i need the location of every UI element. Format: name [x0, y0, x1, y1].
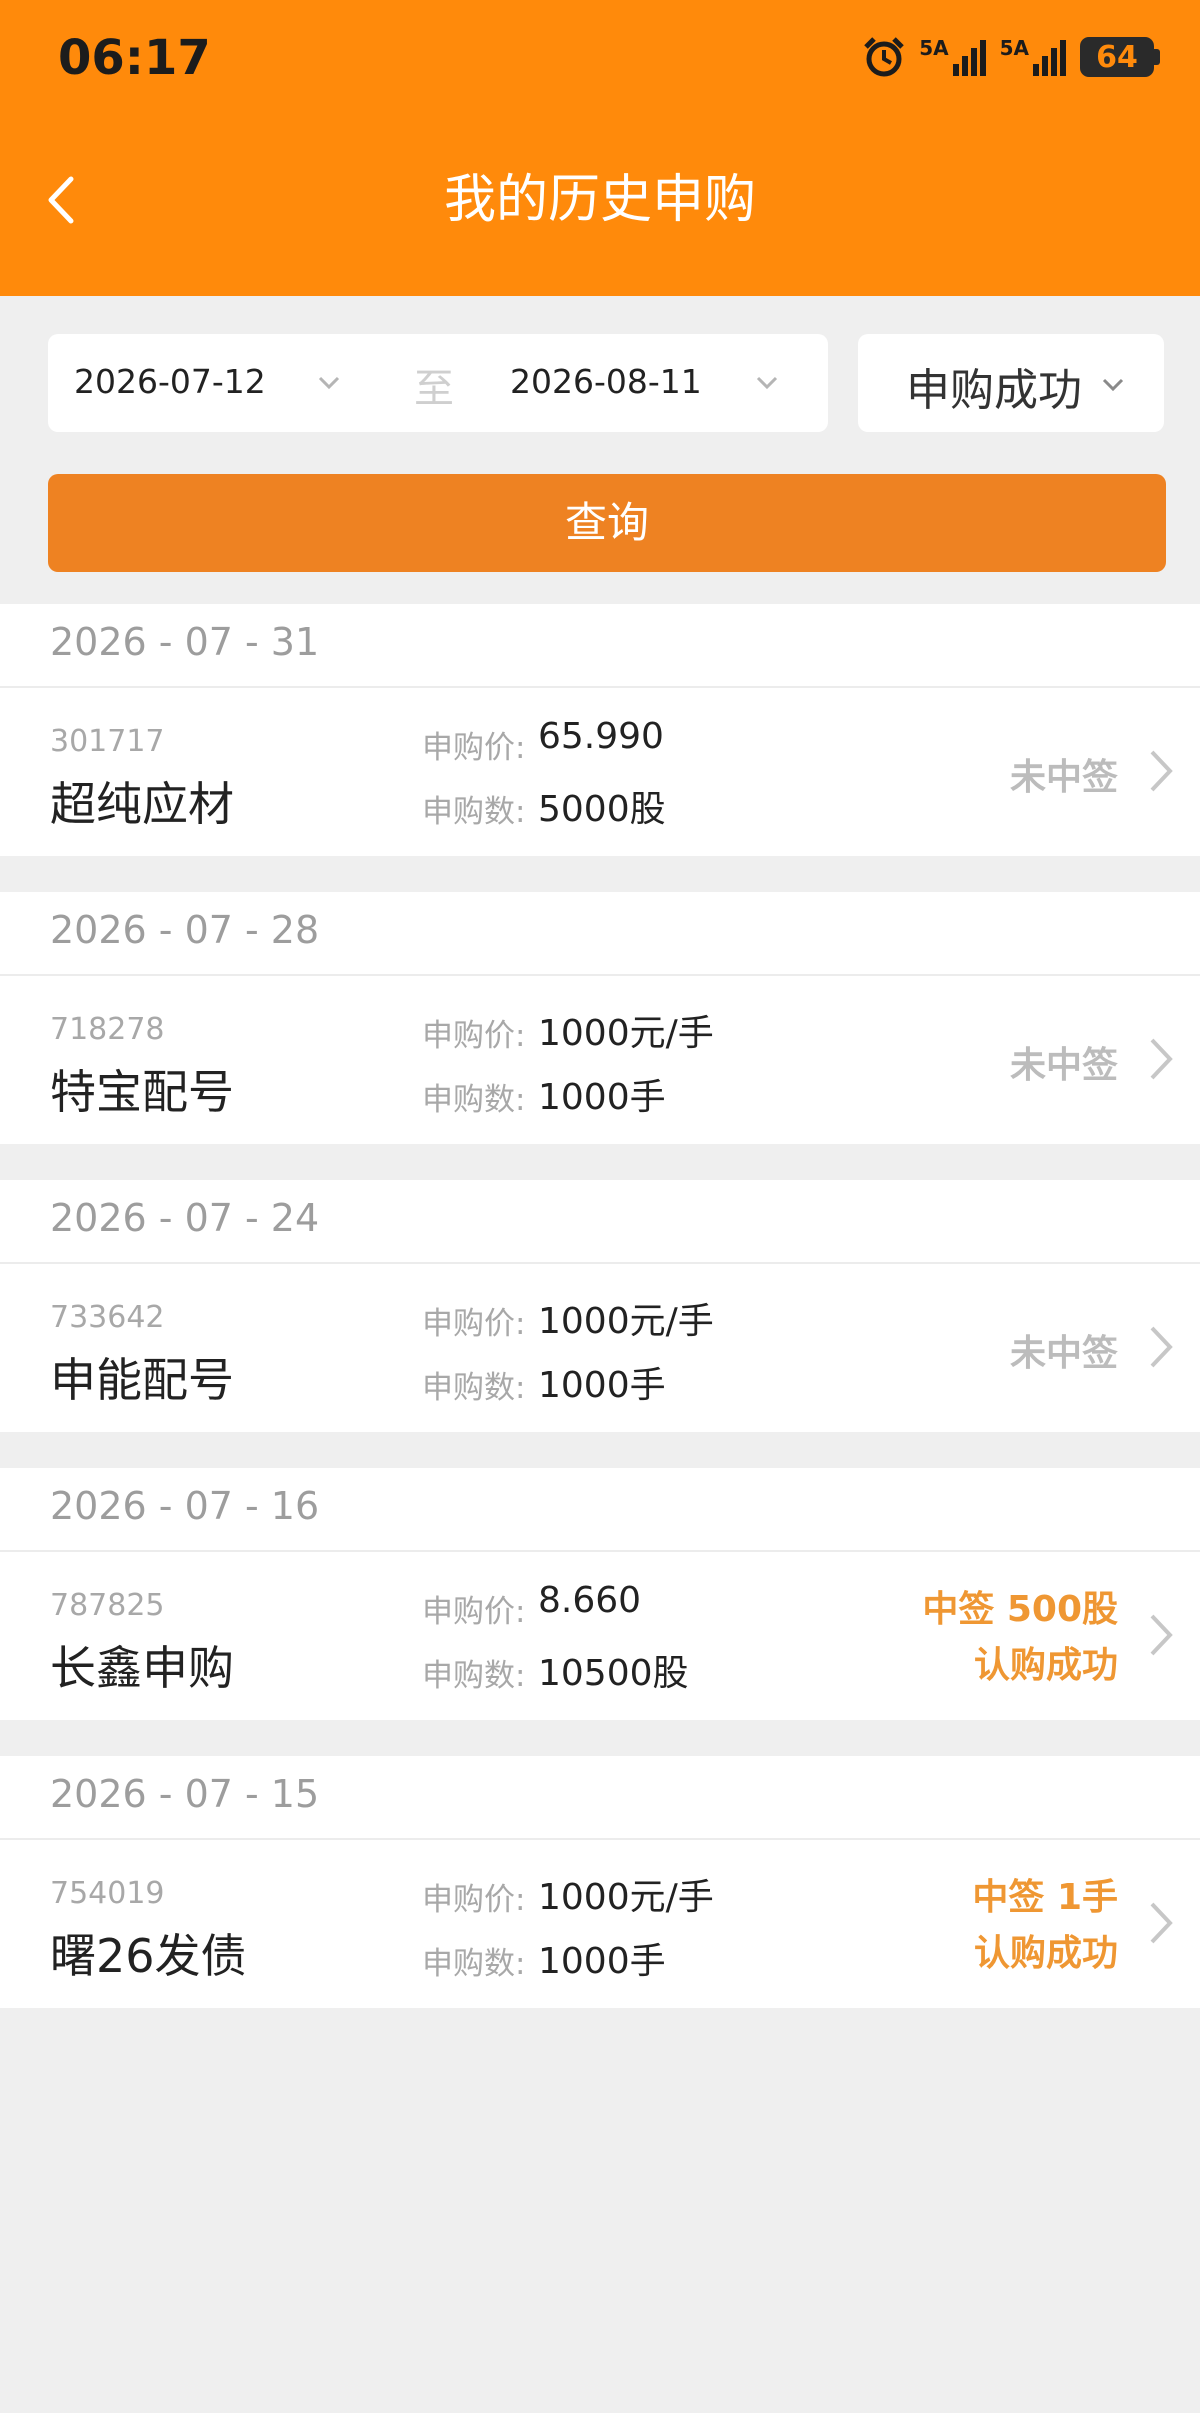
- price-label: 申购价:: [422, 1882, 526, 1918]
- chevron-right-icon: [1150, 1614, 1173, 1656]
- price-label: 申购价:: [422, 1594, 526, 1630]
- end-date-value: 2026-08-11: [510, 362, 702, 401]
- chevron-right-icon: [1150, 1038, 1173, 1080]
- quantity-value: 1000手: [538, 1365, 666, 1406]
- record-date: 2026 - 07 - 31: [50, 620, 320, 664]
- result-status: 未中签: [1009, 757, 1118, 798]
- stock-name: 超纯应材: [50, 777, 234, 831]
- stock-code: 301717: [50, 724, 165, 759]
- quantity-value: 10500股: [538, 1653, 689, 1694]
- chevron-right-icon: [1150, 1902, 1173, 1944]
- status-filter-value: 申购成功: [906, 365, 1082, 416]
- stock-code: 733642: [50, 1300, 165, 1335]
- stock-code: 787825: [50, 1588, 165, 1623]
- app-header: 06:17 5A 5A 64 我的历史申购: [0, 0, 1200, 296]
- date-range-filter: 2026-07-12 至 2026-08-11: [48, 334, 828, 432]
- signal-2: 5A: [1000, 38, 1066, 76]
- chevron-right-icon: [1150, 1326, 1173, 1368]
- status-time: 06:17: [58, 30, 211, 86]
- result-status: 中签 500股: [922, 1589, 1118, 1630]
- subscription-status: 认购成功: [973, 1645, 1118, 1686]
- price-label: 申购价:: [422, 1018, 526, 1054]
- signal-bars-icon: [952, 40, 986, 76]
- list-item[interactable]: 301717 超纯应材 申购价: 65.990 申购数: 5000股 未中签: [0, 688, 1200, 856]
- record-date: 2026 - 07 - 15: [50, 1772, 320, 1816]
- quantity-value: 5000股: [538, 789, 666, 830]
- quantity-value: 1000手: [538, 1941, 666, 1982]
- stock-name: 申能配号: [50, 1353, 234, 1407]
- record-group: 2026 - 07 - 24 733642 申能配号 申购价: 1000元/手 …: [0, 1180, 1200, 1432]
- record-date: 2026 - 07 - 24: [50, 1196, 320, 1240]
- price-label: 申购价:: [422, 730, 526, 766]
- result-status: 未中签: [1009, 1333, 1118, 1374]
- stock-code: 754019: [50, 1876, 165, 1911]
- end-date-picker[interactable]: 2026-08-11: [488, 334, 828, 432]
- list-item[interactable]: 787825 长鑫申购 申购价: 8.660 申购数: 10500股 中签 50…: [0, 1552, 1200, 1720]
- record-date: 2026 - 07 - 28: [50, 908, 320, 952]
- start-date-picker[interactable]: 2026-07-12: [48, 334, 388, 432]
- list-item[interactable]: 733642 申能配号 申购价: 1000元/手 申购数: 1000手 未中签: [0, 1264, 1200, 1432]
- chevron-right-icon: [1150, 750, 1173, 792]
- signal-bars-icon: [1033, 40, 1066, 76]
- status-icons: 5A 5A 64: [863, 34, 1160, 80]
- stock-name: 长鑫申购: [50, 1641, 234, 1695]
- chevron-down-icon: [318, 376, 340, 390]
- record-group: 2026 - 07 - 15 754019 曙26发债 申购价: 1000元/手…: [0, 1756, 1200, 2008]
- record-date: 2026 - 07 - 16: [50, 1484, 320, 1528]
- quantity-label: 申购数:: [422, 1082, 526, 1118]
- quantity-label: 申购数:: [422, 1658, 526, 1694]
- start-date-value: 2026-07-12: [74, 362, 266, 401]
- list-item[interactable]: 718278 特宝配号 申购价: 1000元/手 申购数: 1000手 未中签: [0, 976, 1200, 1144]
- price-value: 8.660: [538, 1580, 642, 1621]
- record-group: 2026 - 07 - 16 787825 长鑫申购 申购价: 8.660 申购…: [0, 1468, 1200, 1720]
- stock-name: 曙26发债: [50, 1929, 247, 1983]
- page-title: 我的历史申购: [443, 170, 756, 230]
- record-group: 2026 - 07 - 28 718278 特宝配号 申购价: 1000元/手 …: [0, 892, 1200, 1144]
- quantity-label: 申购数:: [422, 1370, 526, 1406]
- result-status: 中签 1手: [972, 1877, 1118, 1918]
- signal-1: 5A: [919, 38, 986, 76]
- query-button[interactable]: 查询: [48, 474, 1166, 572]
- price-value: 65.990: [538, 716, 664, 757]
- price-label: 申购价:: [422, 1306, 526, 1342]
- quantity-value: 1000手: [538, 1077, 666, 1118]
- stock-name: 特宝配号: [50, 1065, 234, 1119]
- alarm-icon: [864, 37, 904, 77]
- quantity-label: 申购数:: [422, 1946, 526, 1982]
- price-value: 1000元/手: [538, 1877, 714, 1918]
- quantity-label: 申购数:: [422, 794, 526, 830]
- status-filter-dropdown[interactable]: 申购成功: [858, 334, 1164, 432]
- date-separator: 至: [414, 366, 454, 412]
- chevron-down-icon: [1102, 378, 1124, 392]
- price-value: 1000元/手: [538, 1013, 714, 1054]
- stock-code: 718278: [50, 1012, 165, 1047]
- record-group: 2026 - 07 - 31 301717 超纯应材 申购价: 65.990 申…: [0, 604, 1200, 856]
- list-item[interactable]: 754019 曙26发债 申购价: 1000元/手 申购数: 1000手 中签 …: [0, 1840, 1200, 2008]
- subscription-status: 认购成功: [973, 1933, 1118, 1974]
- result-status: 未中签: [1009, 1045, 1118, 1086]
- price-value: 1000元/手: [538, 1301, 714, 1342]
- battery-icon: 64: [1080, 37, 1160, 77]
- chevron-down-icon: [756, 376, 778, 390]
